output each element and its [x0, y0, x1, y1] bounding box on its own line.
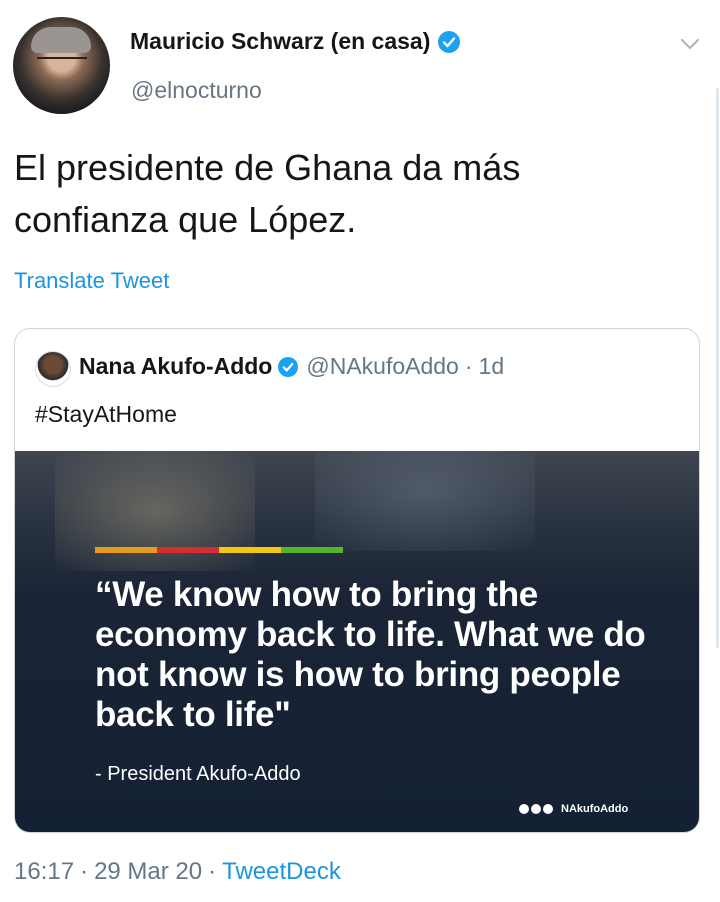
page-edge-scroll — [716, 88, 719, 648]
image-social-handle: NAkufoAddo — [561, 803, 629, 815]
quoted-author-avatar — [35, 351, 71, 387]
tweet-author-name[interactable]: Mauricio Schwarz (en casa) — [130, 28, 430, 55]
instagram-icon — [531, 804, 541, 814]
image-background-blur — [55, 451, 255, 571]
quoted-author-handle: @NAkufoAddo — [306, 353, 459, 379]
verified-badge-icon — [278, 356, 299, 377]
tweet-author-avatar[interactable] — [13, 17, 110, 114]
tweet-client-link[interactable]: TweetDeck — [222, 858, 341, 886]
quoted-tweet-age: 1d — [478, 353, 505, 379]
quoted-author-name: Nana Akufo-Addo — [79, 353, 273, 379]
tweet-author-handle[interactable]: @elnocturno — [131, 77, 262, 104]
avatar-hair — [31, 27, 91, 53]
image-attribution: - President Akufo-Addo — [95, 763, 301, 785]
tweet-meta-row: 16:17 · 29 Mar 20 · TweetDeck — [14, 858, 341, 886]
separator-dot: · — [80, 858, 89, 885]
facebook-icon — [519, 804, 529, 814]
ghana-flag-color-bar — [95, 547, 343, 553]
image-quote-text: “We know how to bring the economy back t… — [95, 575, 646, 734]
image-background-blur — [315, 451, 535, 551]
quoted-tweet-text: #StayAtHome — [35, 401, 177, 427]
flag-segment — [157, 547, 219, 553]
quoted-tweet-card[interactable]: Nana Akufo-Addo @NAkufoAddo · 1d #StayAt… — [14, 328, 700, 833]
tweet-date[interactable]: 29 Mar 20 — [94, 858, 202, 886]
quoted-author-row: Nana Akufo-Addo @NAkufoAddo · 1d — [79, 353, 504, 380]
chevron-down-icon[interactable] — [678, 36, 702, 52]
tweet-author-row: Mauricio Schwarz (en casa) — [130, 28, 461, 55]
flag-segment — [219, 547, 281, 553]
separator-dot: · — [208, 858, 217, 885]
image-social-handle-row: NAkufoAddo — [519, 803, 628, 815]
tweet-text: El presidente de Ghana da más confianza … — [14, 147, 521, 240]
flag-segment — [281, 547, 343, 553]
avatar-glasses — [37, 57, 87, 69]
separator-dot: · — [464, 353, 473, 379]
twitter-icon — [543, 804, 553, 814]
flag-segment — [95, 547, 157, 553]
tweet-time[interactable]: 16:17 — [14, 858, 74, 886]
verified-badge-icon — [438, 30, 461, 53]
translate-tweet-link[interactable]: Translate Tweet — [14, 268, 169, 294]
quoted-tweet-image[interactable]: “We know how to bring the economy back t… — [15, 451, 699, 832]
